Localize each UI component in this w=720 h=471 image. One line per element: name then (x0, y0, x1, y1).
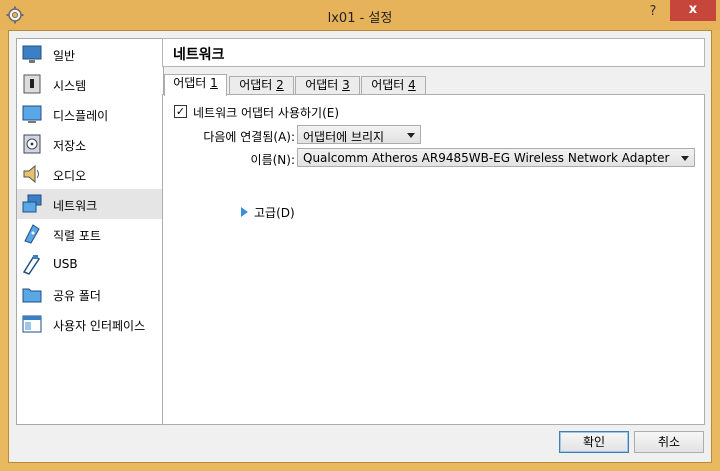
page-title: 네트워크 (173, 47, 225, 63)
tab-adapter-3[interactable]: 어댑터 3 (295, 76, 360, 95)
adapter-name-value: Qualcomm Atheros AR9485WB-EG Wireless Ne… (303, 151, 670, 165)
speaker-audio-icon (21, 163, 43, 185)
window-title: lx01 - 설정 (327, 11, 393, 26)
sidebar-item-display[interactable]: 디스플레이 (17, 99, 163, 129)
network-icon (21, 193, 43, 215)
sidebar-item-label: 디스플레이 (53, 109, 109, 123)
tab-label: 어댑터 (371, 78, 409, 92)
tab-label: 어댑터 (173, 76, 211, 90)
tab-number: 2 (276, 78, 284, 92)
close-button[interactable]: x (670, 0, 716, 21)
tab-label: 어댑터 (305, 78, 343, 92)
tab-number: 4 (408, 78, 416, 92)
sidebar-item-label: 시스템 (53, 79, 87, 93)
sidebar-item-storage[interactable]: 저장소 (17, 129, 163, 159)
tab-adapter-1[interactable]: 어댑터 1 (164, 74, 227, 96)
sidebar-item-audio[interactable]: 오디오 (17, 159, 163, 189)
cancel-button[interactable]: 취소 (634, 431, 704, 453)
adapter-name-select[interactable]: Qualcomm Atheros AR9485WB-EG Wireless Ne… (297, 148, 695, 167)
tab-number: 3 (342, 78, 350, 92)
user-interface-icon (21, 313, 43, 335)
attached-to-select[interactable]: 어댑터에 브리지 (297, 125, 421, 144)
chevron-down-icon (681, 156, 689, 161)
settings-sidebar: 일반 시스템 디스플레이 저장소 오디오 네트워크 직렬 포트 USB 공유 폴… (16, 38, 164, 425)
sidebar-item-shared-folder[interactable]: 공유 폴더 (17, 279, 163, 309)
sidebar-item-label: 직렬 포트 (53, 229, 101, 243)
tab-number: 1 (210, 76, 218, 90)
sidebar-item-system[interactable]: 시스템 (17, 69, 163, 99)
sidebar-item-label: 저장소 (53, 139, 87, 153)
dialog-body: 일반 시스템 디스플레이 저장소 오디오 네트워크 직렬 포트 USB 공유 폴… (8, 30, 712, 463)
tab-label: 어댑터 (239, 78, 277, 92)
sidebar-item-general[interactable]: 일반 (17, 39, 163, 69)
sidebar-item-user-interface[interactable]: 사용자 인터페이스 (17, 309, 163, 339)
sidebar-item-label: 공유 폴더 (53, 289, 101, 303)
sidebar-item-usb[interactable]: USB (17, 249, 163, 279)
shared-folder-icon (21, 283, 43, 305)
sidebar-item-label: USB (53, 257, 78, 271)
monitor-general-icon (21, 43, 43, 65)
enable-adapter-checkbox[interactable]: ✓ (174, 105, 187, 118)
ok-button[interactable]: 확인 (559, 431, 629, 453)
attached-to-value: 어댑터에 브리지 (303, 130, 385, 144)
page-header: 네트워크 (162, 38, 705, 67)
chip-system-icon (21, 73, 43, 95)
sidebar-item-network[interactable]: 네트워크 (17, 189, 163, 219)
tab-adapter-4[interactable]: 어댑터 4 (361, 76, 426, 95)
storage-disk-icon (21, 133, 43, 155)
sidebar-item-label: 오디오 (53, 169, 87, 183)
advanced-toggle[interactable]: 고급(D) (254, 204, 295, 221)
sidebar-item-label: 일반 (53, 49, 76, 63)
enable-adapter-label[interactable]: 네트워크 어댑터 사용하기(E) (193, 104, 339, 121)
sidebar-item-label: 사용자 인터페이스 (53, 319, 146, 333)
chevron-down-icon (407, 133, 415, 138)
usb-icon (21, 253, 43, 275)
settings-window: lx01 - 설정 ? x 일반 시스템 디스플레이 저장소 오디오 네트워크 … (0, 0, 720, 471)
sidebar-item-label: 네트워크 (53, 199, 98, 213)
display-monitor-icon (21, 103, 43, 125)
title-bar[interactable]: lx01 - 설정 ? x (0, 0, 720, 30)
serial-port-icon (21, 223, 43, 245)
adapter-name-label: 이름(N): (250, 153, 295, 167)
expand-arrow-icon[interactable] (241, 207, 248, 217)
tab-adapter-2[interactable]: 어댑터 2 (229, 76, 294, 95)
help-button[interactable]: ? (640, 2, 666, 22)
attached-to-label: 다음에 연결됨(A): (203, 130, 295, 144)
sidebar-item-serial-port[interactable]: 직렬 포트 (17, 219, 163, 249)
adapter-panel: ✓ 네트워크 어댑터 사용하기(E) 다음에 연결됨(A): 어댑터에 브리지 … (162, 94, 705, 425)
